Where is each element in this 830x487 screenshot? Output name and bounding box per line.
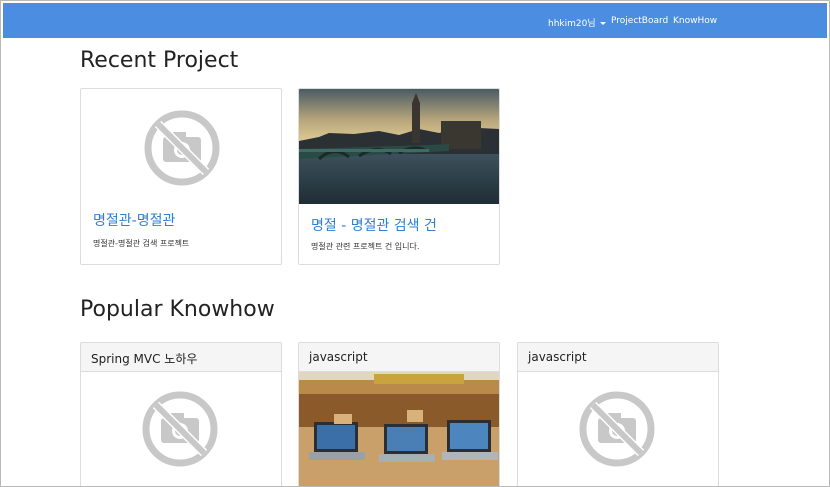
user-menu[interactable]: hhkim20님 (548, 16, 606, 29)
knowhow-card-title[interactable]: Spring MVC 노하우 (91, 350, 197, 367)
nav-link-projectboard[interactable]: ProjectBoard (611, 16, 668, 26)
popular-knowhow-heading: Popular Knowhow (80, 297, 275, 322)
knowhow-card-header: javascript (518, 343, 718, 372)
knowhow-card[interactable]: javascript (517, 342, 719, 486)
no-image-icon (144, 110, 220, 186)
knowhow-card-header: javascript (299, 343, 499, 372)
project-card[interactable]: 명절 - 명절관 검색 건 명절관 관련 프로젝트 건 입니다. (298, 88, 500, 265)
caret-down-icon (599, 22, 606, 25)
project-card[interactable]: 명절관-명절관 명절관-명절관 검색 프로젝트 (80, 88, 282, 265)
user-name: hhkim20님 (548, 19, 596, 29)
knowhow-card-title[interactable]: javascript (309, 350, 368, 364)
project-card-desc: 명절관-명절관 검색 프로젝트 (93, 239, 190, 248)
knowhow-card-title[interactable]: javascript (528, 350, 587, 364)
project-card-title[interactable]: 명절관-명절관 (93, 210, 175, 230)
top-navbar: hhkim20님 ProjectBoard KnowHow (3, 3, 827, 38)
browser-frame: hhkim20님 ProjectBoard KnowHow Recent Pro… (0, 0, 830, 487)
knowhow-card[interactable]: javascript (298, 342, 500, 486)
no-image-icon (579, 391, 655, 467)
no-image-icon (142, 391, 218, 467)
nav-link-knowhow[interactable]: KnowHow (673, 16, 717, 26)
knowhow-card-header: Spring MVC 노하우 (81, 343, 281, 372)
london-bridge-photo (299, 89, 499, 204)
knowhow-card[interactable]: Spring MVC 노하우 (80, 342, 282, 486)
project-card-desc: 명절관 관련 프로젝트 건 입니다. (311, 242, 420, 251)
project-card-title[interactable]: 명절 - 명절관 검색 건 (311, 215, 437, 235)
recent-project-heading: Recent Project (80, 48, 239, 73)
laptops-photo (299, 372, 499, 486)
